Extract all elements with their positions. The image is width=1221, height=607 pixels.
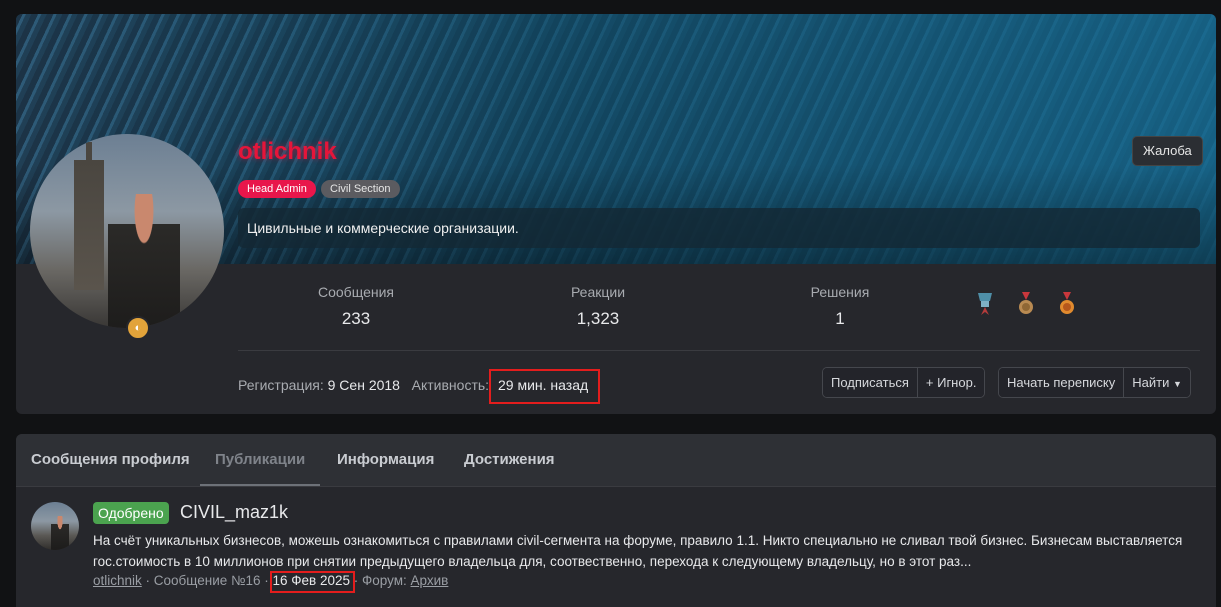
stat-solutions[interactable]: Решения 1 — [760, 284, 920, 329]
trophy-bronze-medal-icon[interactable] — [1016, 291, 1036, 317]
tab-publications[interactable]: Публикации — [200, 434, 321, 486]
avatar[interactable] — [30, 134, 224, 328]
follow-actions: Подписаться + Игнор. — [822, 367, 986, 398]
stat-reactions-label: Реакции — [570, 284, 626, 300]
stat-messages-label: Сообщения — [318, 284, 394, 300]
contact-actions: Начать переписку Найти ▼ — [998, 367, 1191, 398]
post-author-link[interactable]: otlichnik — [93, 573, 142, 588]
ignore-button[interactable]: + Игнор. — [917, 368, 985, 397]
find-label: Найти — [1132, 375, 1170, 390]
stat-solutions-value: 1 — [835, 309, 845, 328]
trophy-gold-medal-icon[interactable] — [1057, 291, 1077, 317]
post-forum-label: Форум: — [362, 573, 407, 588]
post-forum-link[interactable]: Архив — [411, 573, 449, 588]
stat-reactions[interactable]: Реакции 1,323 — [518, 284, 678, 329]
post-title[interactable]: CIVIL_maz1k — [180, 502, 288, 523]
list-item: Одобрено CIVIL_maz1k На счёт уникальных … — [16, 487, 1216, 607]
stat-messages[interactable]: Сообщения 233 — [276, 284, 436, 329]
chevron-down-icon: ▼ — [1173, 379, 1182, 389]
registration-value: 9 Сен 2018 — [327, 377, 400, 393]
date-highlight — [270, 571, 355, 593]
trophy-silver-icon[interactable] — [975, 291, 995, 317]
activity-highlight — [489, 369, 600, 404]
tab-profile-posts[interactable]: Сообщения профиля — [16, 434, 205, 486]
tabs-bar: Сообщения профиля Публикации Информация … — [16, 434, 1216, 487]
profile-username[interactable]: otlichnik — [238, 138, 337, 166]
post-snippet[interactable]: На счёт уникальных бизнесов, можешь озна… — [93, 530, 1193, 572]
stat-messages-value: 233 — [341, 309, 371, 328]
start-conversation-button[interactable]: Начать переписку — [999, 368, 1125, 397]
tab-achievements[interactable]: Достижения — [449, 434, 570, 486]
activity-label: Активность: — [411, 377, 490, 393]
complaint-button[interactable]: Жалоба — [1132, 136, 1203, 166]
subscribe-button[interactable]: Подписаться — [823, 368, 918, 397]
find-button[interactable]: Найти ▼ — [1124, 368, 1190, 397]
online-status-icon: ◐ — [126, 316, 150, 340]
registration-label: Регистрация: — [238, 377, 324, 393]
profile-meta: Регистрация: 9 Сен 2018 Активность: — [238, 377, 489, 393]
profile-card: otlichnik Head Admin Civil Section Жалоб… — [16, 14, 1216, 414]
about-box: Цивильные и коммерческие организации. — [238, 208, 1200, 248]
stats-divider — [238, 350, 1200, 351]
stat-solutions-label: Решения — [810, 284, 870, 300]
stat-reactions-value: 1,323 — [576, 309, 620, 328]
profile-tabs-card: Сообщения профиля Публикации Информация … — [16, 434, 1216, 607]
about-text: Цивильные и коммерческие организации. — [247, 220, 519, 236]
badge-civil-section: Civil Section — [321, 180, 400, 198]
tab-information[interactable]: Информация — [322, 434, 449, 486]
post-avatar[interactable] — [31, 502, 79, 550]
badge-head-admin: Head Admin — [238, 180, 316, 198]
status-badge: Одобрено — [93, 502, 169, 524]
post-message-ref: Сообщение №16 — [153, 573, 261, 588]
